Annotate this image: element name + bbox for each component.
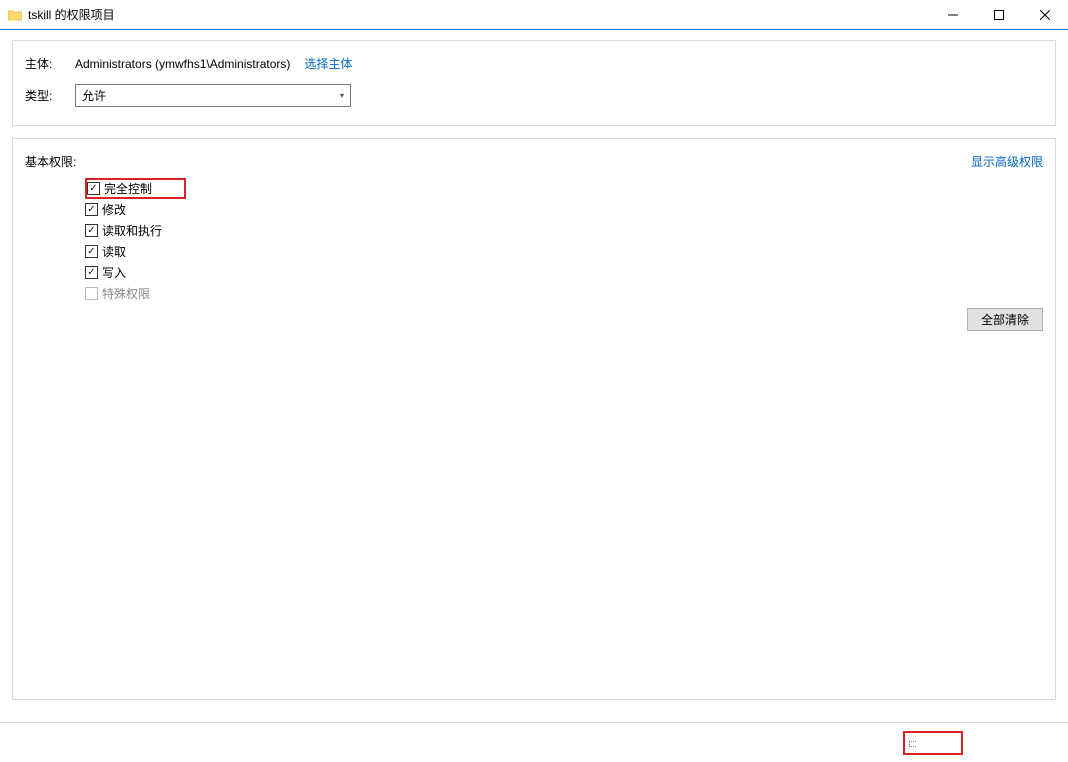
perm-item-modify: 修改 bbox=[85, 199, 1043, 220]
principal-value: Administrators (ymwfhs1\Administrators) bbox=[75, 57, 290, 71]
perm-label-modify: 修改 bbox=[102, 201, 126, 218]
perm-label-full-control: 完全控制 bbox=[104, 180, 152, 197]
perm-label-write: 写入 bbox=[102, 264, 126, 281]
checkbox-write[interactable] bbox=[85, 266, 98, 279]
perm-item-write: 写入 bbox=[85, 262, 1043, 283]
checkbox-read-execute[interactable] bbox=[85, 224, 98, 237]
principal-type-panel: 主体: Administrators (ymwfhs1\Administrato… bbox=[12, 40, 1056, 126]
perm-item-full-control: 完全控制 bbox=[85, 178, 1043, 199]
perm-label-read-execute: 读取和执行 bbox=[102, 222, 162, 239]
maximize-button[interactable] bbox=[976, 0, 1022, 29]
select-principal-link[interactable]: 选择主体 bbox=[304, 55, 352, 72]
checkbox-read[interactable] bbox=[85, 245, 98, 258]
close-button[interactable] bbox=[1022, 0, 1068, 29]
chevron-down-icon: ▾ bbox=[340, 91, 344, 100]
type-label: 类型: bbox=[25, 87, 75, 104]
basic-permissions-label: 基本权限: bbox=[25, 153, 76, 170]
type-row: 类型: 允许 ▾ bbox=[25, 84, 1043, 107]
checkbox-modify[interactable] bbox=[85, 203, 98, 216]
show-advanced-link[interactable]: 显示高级权限 bbox=[971, 153, 1043, 170]
permissions-panel: 基本权限: 显示高级权限 完全控制 修改 读取和执行 读取 bbox=[12, 138, 1056, 700]
perm-label-read: 读取 bbox=[102, 243, 126, 260]
perm-item-read: 读取 bbox=[85, 241, 1043, 262]
perm-label-special: 特殊权限 bbox=[102, 285, 150, 302]
window-controls bbox=[930, 0, 1068, 29]
perm-item-read-execute: 读取和执行 bbox=[85, 220, 1043, 241]
window-title: tskill 的权限项目 bbox=[28, 6, 115, 23]
type-select[interactable]: 允许 ▾ bbox=[75, 84, 351, 107]
principal-row: 主体: Administrators (ymwfhs1\Administrato… bbox=[25, 55, 1043, 72]
checkbox-special bbox=[85, 287, 98, 300]
content-area: 主体: Administrators (ymwfhs1\Administrato… bbox=[0, 30, 1068, 720]
checkbox-full-control[interactable] bbox=[87, 182, 100, 195]
titlebar-left: tskill 的权限项目 bbox=[8, 6, 115, 23]
minimize-button[interactable] bbox=[930, 0, 976, 29]
footer-area bbox=[0, 722, 1068, 762]
footer-ok-highlight bbox=[903, 731, 963, 755]
titlebar: tskill 的权限项目 bbox=[0, 0, 1068, 30]
clear-all-button[interactable]: 全部清除 bbox=[967, 308, 1043, 331]
permissions-header: 基本权限: 显示高级权限 bbox=[25, 153, 1043, 170]
highlight-full-control: 完全控制 bbox=[85, 178, 186, 199]
type-selected-value: 允许 bbox=[82, 87, 106, 104]
folder-icon bbox=[8, 9, 22, 21]
permissions-list: 完全控制 修改 读取和执行 读取 写入 特殊权限 bbox=[85, 178, 1043, 304]
perm-item-special: 特殊权限 bbox=[85, 283, 1043, 304]
principal-label: 主体: bbox=[25, 55, 75, 72]
